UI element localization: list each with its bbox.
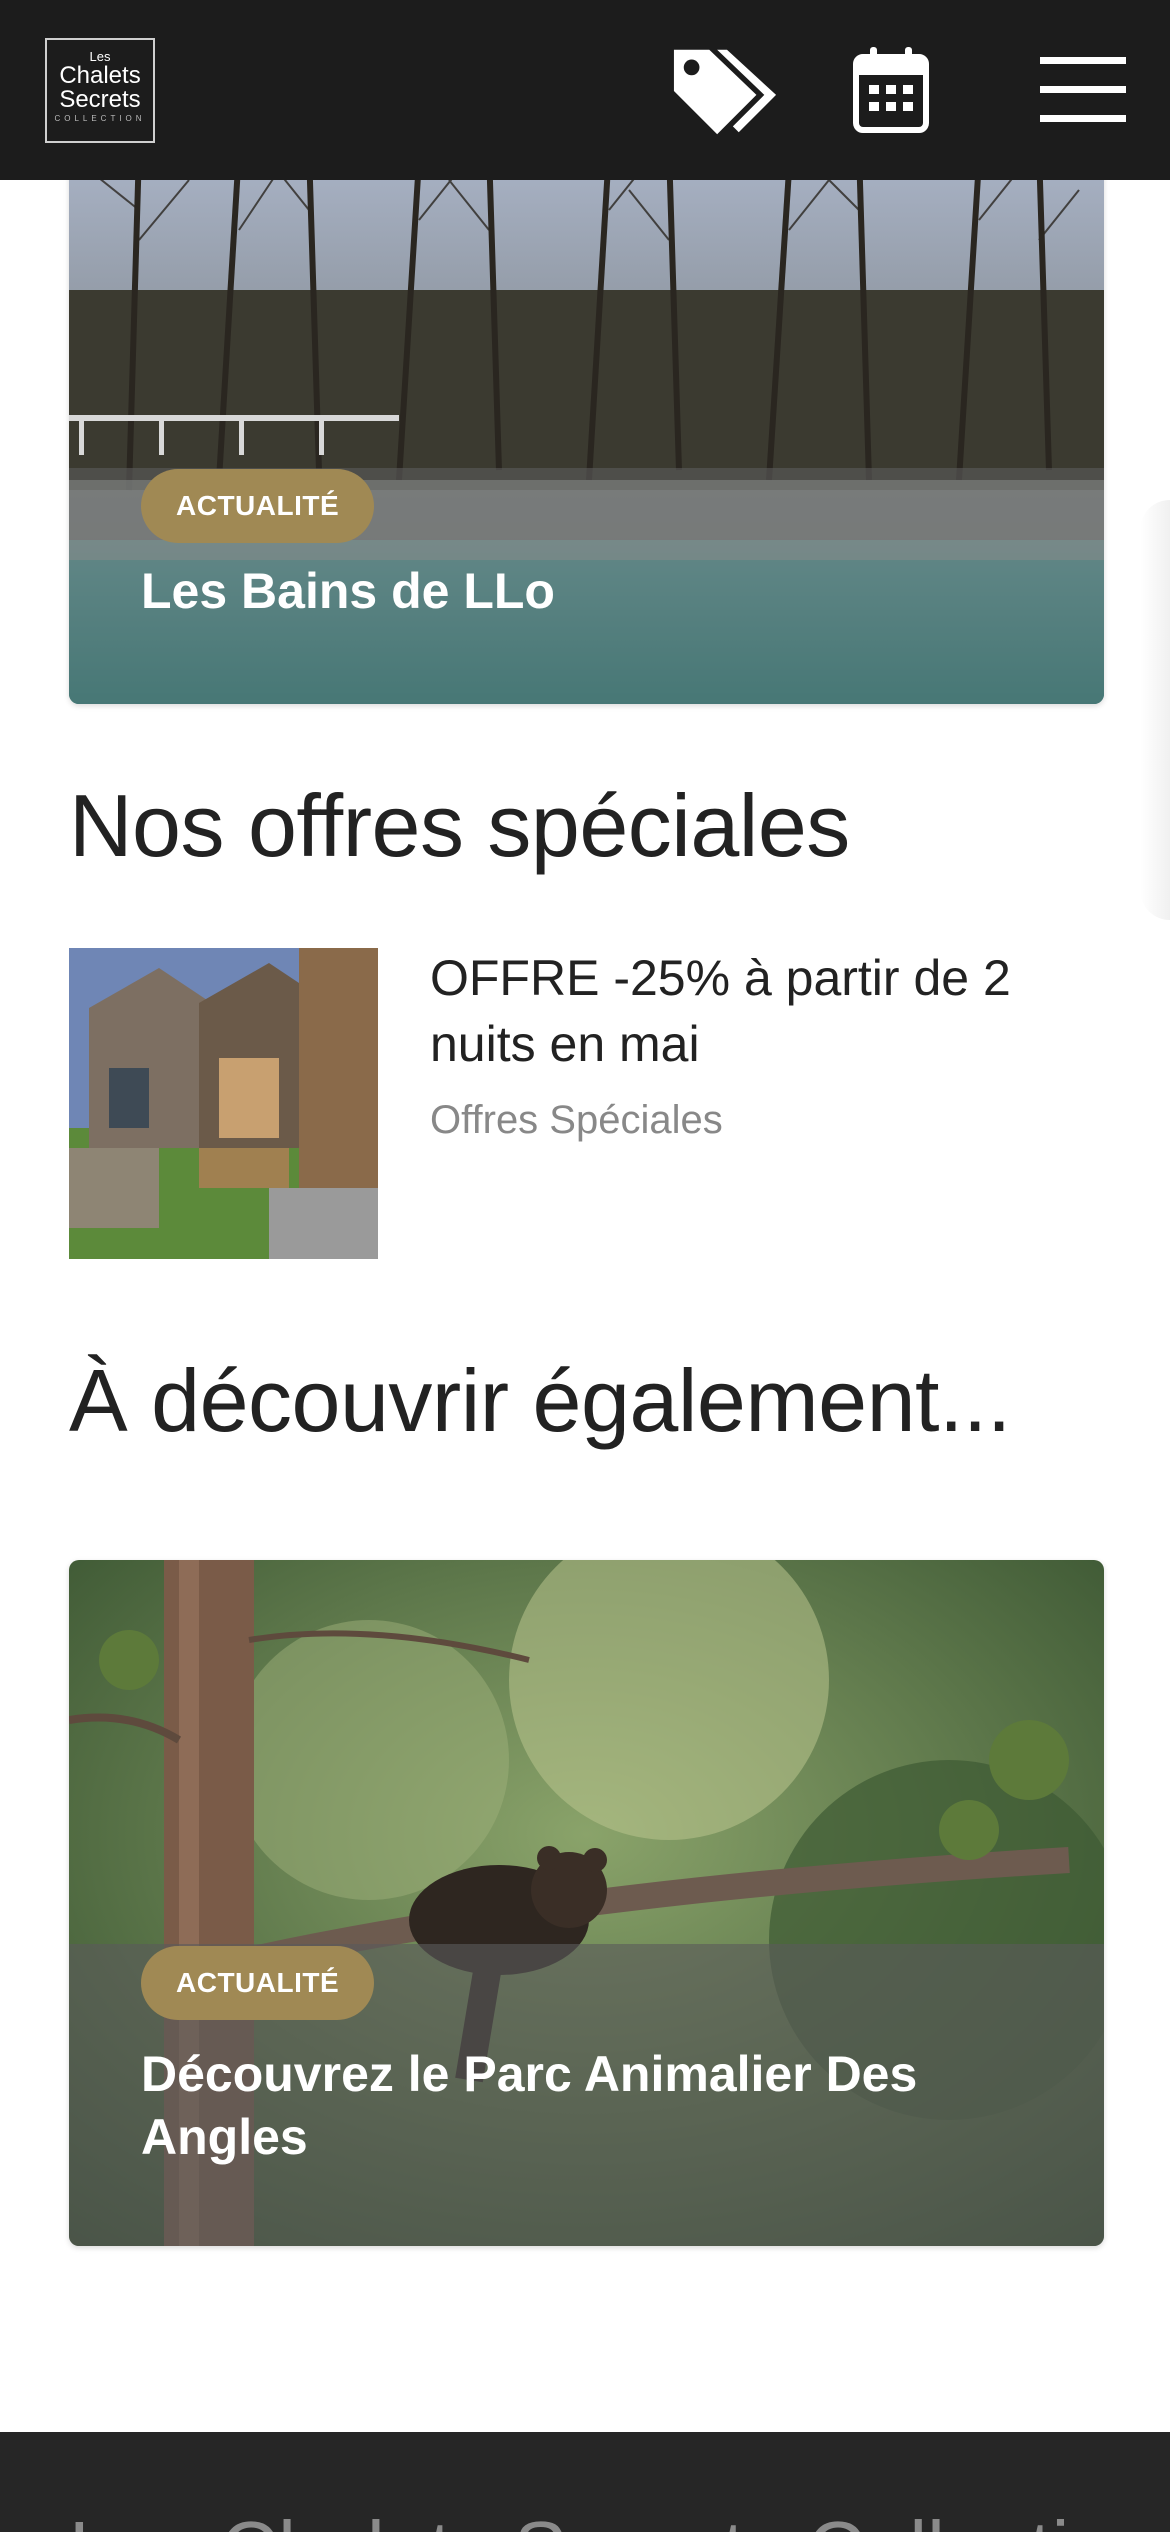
card-title[interactable]: Découvrez le Parc Animalier Des Angles: [141, 2043, 1044, 2169]
footer: Les Chalets Secrets Collection: [0, 2432, 1170, 2532]
discover-heading: À découvrir également...: [69, 1351, 1011, 1450]
offer-title[interactable]: OFFRE -25% à partir de 2 nuits en mai: [430, 945, 1110, 1077]
news-card-parc-animalier[interactable]: ACTUALITÉ Découvrez le Parc Animalier De…: [69, 1560, 1104, 2246]
logo-line-3: Secrets: [59, 86, 141, 113]
logo-line-4: COLLECTION: [54, 114, 146, 123]
logo-line-2: Chalets: [59, 62, 141, 89]
offer-category[interactable]: Offres Spéciales: [430, 1098, 723, 1143]
special-offers-heading: Nos offres spéciales: [69, 776, 850, 875]
menu-icon[interactable]: [1028, 40, 1138, 140]
news-card-bains-de-llo[interactable]: ACTUALITÉ Les Bains de LLo: [69, 150, 1104, 704]
card-title[interactable]: Les Bains de LLo: [141, 560, 1044, 623]
side-drawer-edge: [1140, 500, 1170, 920]
category-badge: ACTUALITÉ: [141, 469, 375, 543]
category-badge: ACTUALITÉ: [141, 1946, 375, 2020]
top-header: Les Chalets Secrets COLLECTION: [0, 0, 1170, 180]
tags-icon[interactable]: [670, 40, 780, 140]
brand-logo[interactable]: Les Chalets Secrets COLLECTION: [45, 38, 155, 143]
offer-thumbnail[interactable]: [69, 948, 378, 1259]
footer-title: Les Chalets Secrets Collection: [69, 2504, 1158, 2532]
calendar-icon[interactable]: [836, 40, 946, 140]
